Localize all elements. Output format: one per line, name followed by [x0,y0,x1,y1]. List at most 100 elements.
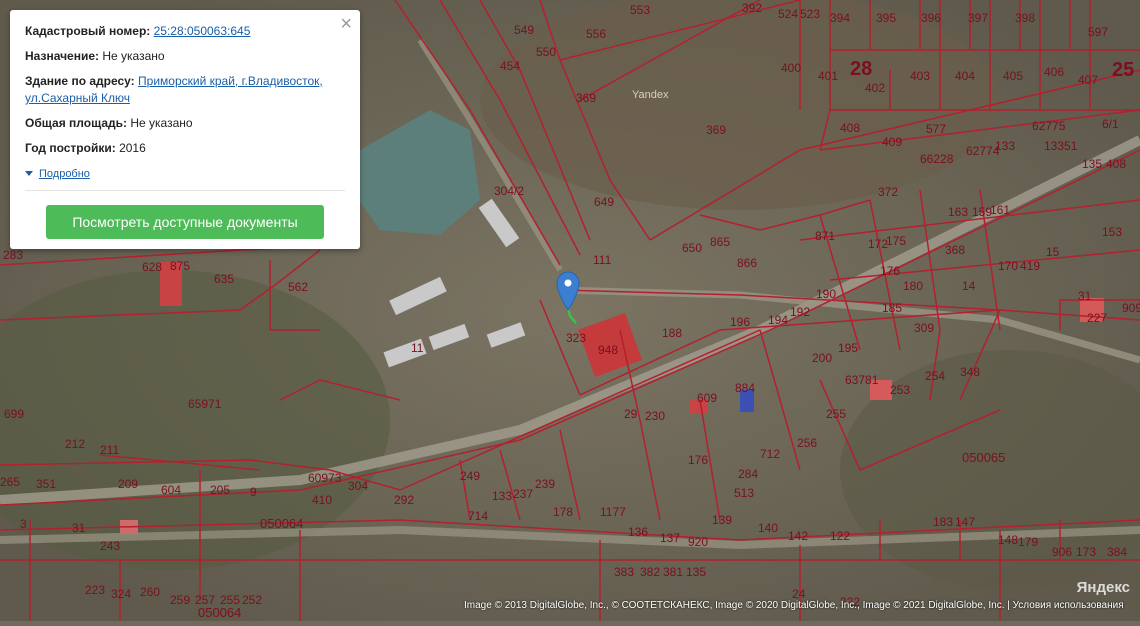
plot-number-label: 173 [1076,545,1096,559]
plot-number-label: 712 [760,447,780,461]
plot-number-label: 871 [815,229,835,243]
plot-number-label: 398 [1015,11,1035,25]
plot-number-label: 24 [792,587,806,601]
plot-number-label: 192 [790,305,810,319]
area-value: Не указано [130,116,193,130]
plot-number-label: 9 [250,485,257,499]
plot-number-label: 396 [921,11,941,25]
location-pin-icon[interactable] [556,270,582,326]
plot-number-label: 549 [514,23,534,37]
divider [25,189,345,191]
plot-number-label: 205 [210,483,230,497]
plot-number-label: 29 [624,407,638,421]
plot-number-label: 609 [697,391,717,405]
plot-number-label: 405 [1003,69,1023,83]
plot-number-label: 381 [663,565,683,579]
plot-number-label: 865 [710,235,730,249]
plot-number-label: 65971 [188,397,222,411]
pin-dot [564,279,572,287]
plot-number-label: 243 [100,539,120,553]
plot-number-label: 255 [826,407,846,421]
plot-number-label: 194 [768,313,788,327]
plot-number-label: 11 [411,341,424,355]
yandex-logo[interactable]: Яндекс [1077,579,1130,596]
plot-number-label: 188 [662,326,682,340]
plot-number-label: 66228 [920,152,954,166]
plot-number-label: 185 [882,301,902,315]
plot-number-label: 392 [742,1,762,15]
cadastral-number-link[interactable]: 25:28:050063:645 [154,24,251,38]
plot-number-label: 253 [890,383,910,397]
plot-number-label: 523 [800,7,820,21]
plot-number-label: 550 [536,45,556,59]
view-documents-button[interactable]: Посмотреть доступные документы [46,205,324,239]
plot-number-label: 875 [170,259,190,273]
plot-number-label: 368 [945,243,965,257]
plot-number-label: 136 [628,525,648,539]
forest-patch [480,0,1000,210]
plot-number-label: 211 [100,443,119,457]
plot-number-label: 133 [995,139,1015,153]
plot-number-label: 348 [960,365,980,379]
plot-number-label: 259 [170,593,190,607]
plot-number-label: 650 [682,241,702,255]
plot-number-label: 176 [688,453,708,467]
plot-number-label: 556 [586,27,606,41]
plot-number-label: 3 [20,517,27,531]
quarter-label-25: 25 [1112,59,1134,81]
plot-number-label: 920 [688,535,708,549]
plot-number-label: 909 [1122,301,1140,315]
plot-number-label: 179 [1018,535,1038,549]
plot-number-label: 1177 [600,505,626,519]
plot-number-label: 562 [288,280,308,294]
plot-number-label: 237 [513,487,533,501]
plot-number-label: 404 [955,69,975,83]
plot-number-label: 195 [838,341,858,355]
plot-number-label: 513 [734,486,754,500]
plot-number-label: 410 [312,493,332,507]
plot-number-label: 249 [460,469,480,483]
plot-number-label: 604 [161,483,181,497]
area-row: Общая площадь: Не указано [25,115,345,132]
plot-number-label: 200 [812,351,832,365]
close-icon[interactable]: × [340,14,352,34]
plot-number-label: 135 [1082,157,1102,171]
plot-number-label: 31 [72,521,86,535]
plot-number-label: 60973 [308,471,342,485]
plot-number-label: 15 [1046,245,1060,259]
plot-number-label: 227 [1087,311,1107,325]
plot-number-label: 183 [933,515,953,529]
details-toggle[interactable]: Подробно [25,168,90,180]
details-label[interactable]: Подробно [39,168,90,180]
plot-number-label: 6/1 [1102,117,1119,131]
cadastral-info-popup: × Кадастровый номер: 25:28:050063:645 На… [10,10,360,249]
year-row: Год постройки: 2016 [25,140,345,157]
plot-number-label: 254 [925,369,945,383]
plot-number-label: 884 [735,381,755,395]
plot-number-label: 176 [880,264,900,278]
pin-stem [566,307,577,324]
address-row: Здание по адресу: Приморский край, г.Вла… [25,73,345,107]
plot-number-label: 948 [598,343,618,357]
plot-number-label: 142 [788,529,808,543]
plot-number-label: 13351 [1044,139,1078,153]
plot-number-label: 397 [968,11,988,25]
plot-number-label: 714 [468,509,488,523]
plot-number-label: 304/2 [494,184,524,198]
plot-number-label: 407 [1078,73,1098,87]
plot-number-label: 147 [955,515,975,529]
triangle-down-icon [25,171,33,176]
year-value: 2016 [119,141,146,155]
plot-number-label: 153 [1102,225,1122,239]
plot-number-label: 256 [797,436,817,450]
plot-number-label: 454 [500,59,520,73]
area-label: 050064 [260,516,303,531]
plot-number-label: 175 [886,234,906,248]
purpose-value: Не указано [102,49,165,63]
map-copyright[interactable]: Image © 2013 DigitalGlobe, Inc., © СООТЕ… [464,600,1124,611]
plot-number-label: 369 [576,91,596,105]
plot-number-label: 284 [738,467,758,481]
plot-number-label: 369 [706,123,726,137]
plot-number-label: 209 [118,477,138,491]
purpose-label: Назначение: [25,49,100,63]
